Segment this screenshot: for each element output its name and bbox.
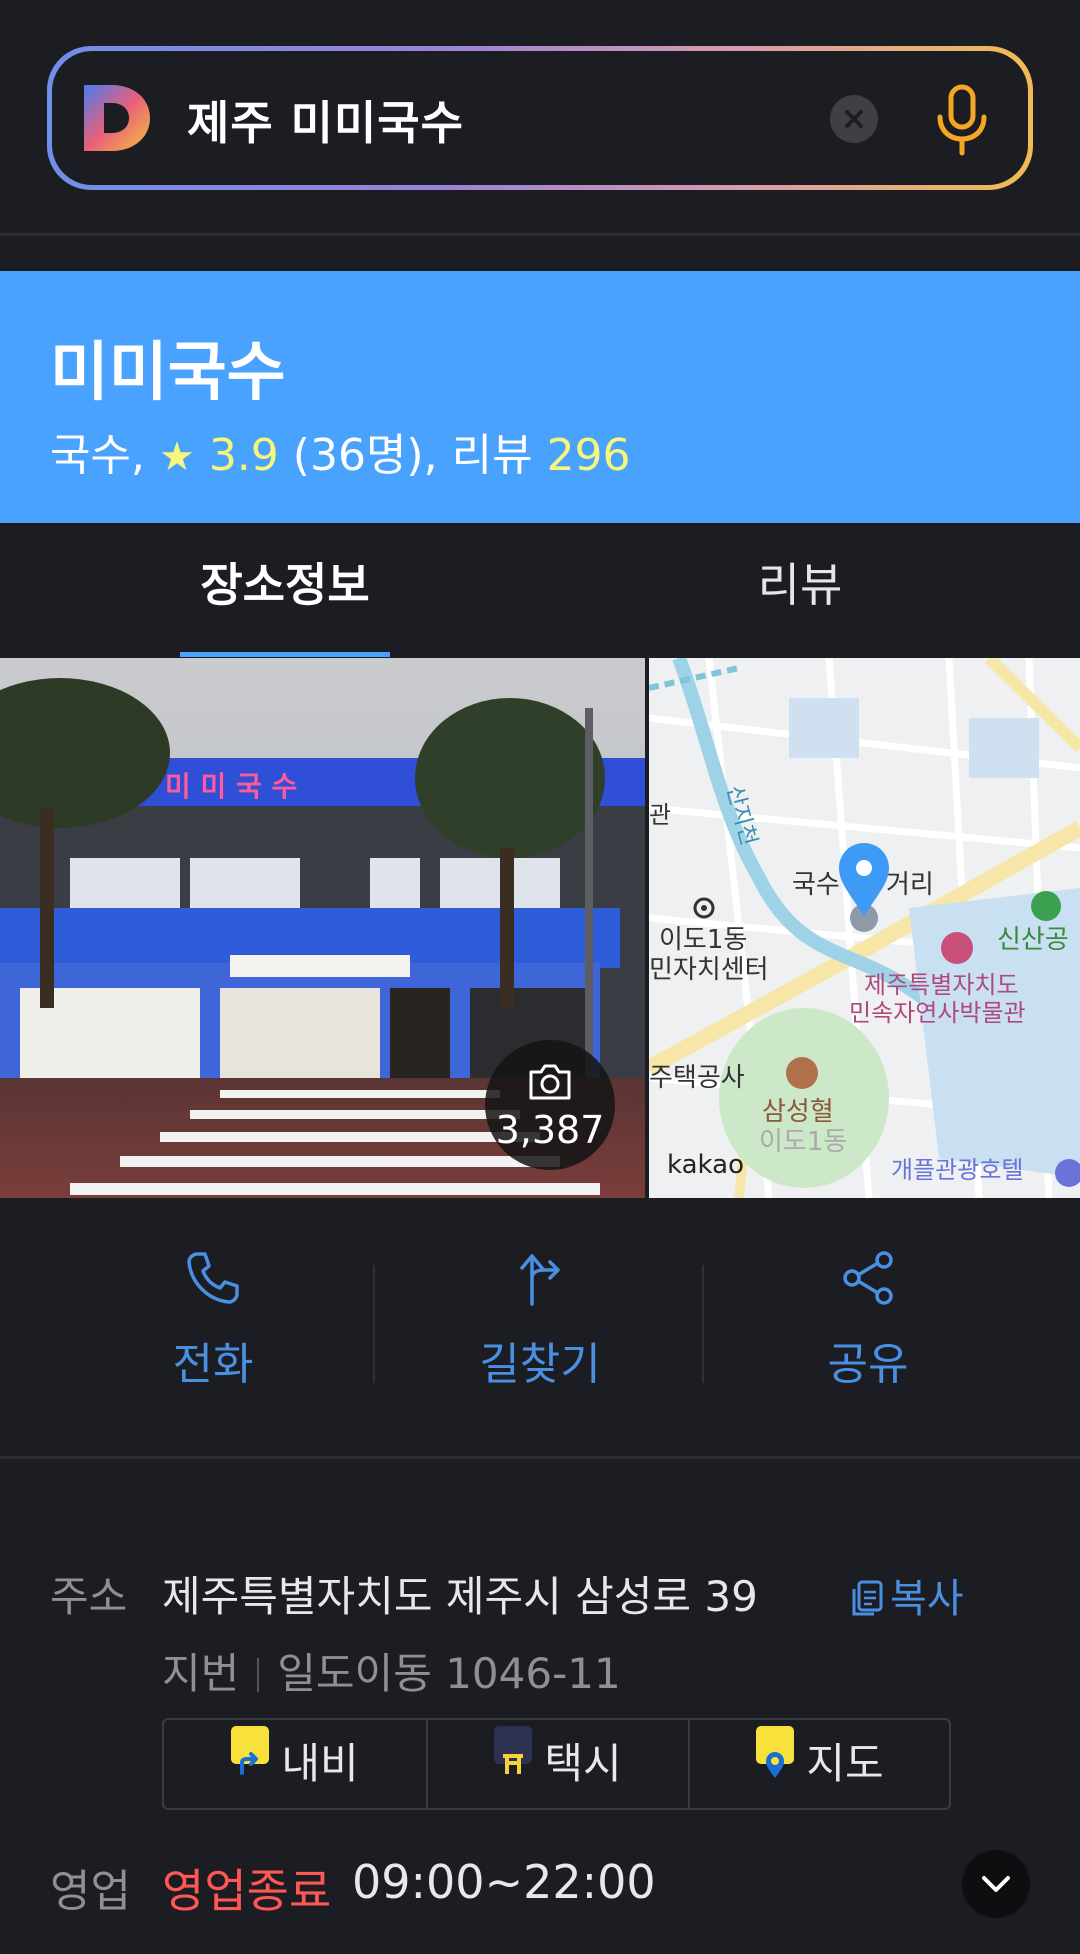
camera-icon: [529, 1064, 571, 1100]
search-bar[interactable]: 제주 미미국수: [47, 46, 1033, 190]
divider: [0, 1456, 1080, 1459]
tab-bar: 장소정보 리뷰: [0, 523, 1080, 658]
place-category: 국수,: [50, 430, 145, 481]
place-title: 미미국수: [50, 336, 286, 410]
chevron-down-icon: [982, 1876, 1010, 1892]
call-label: 전화: [172, 1339, 254, 1390]
map-button[interactable]: 지도: [688, 1720, 950, 1808]
divider: [0, 233, 1080, 236]
action-bar: 전화 길찾기 공유: [0, 1198, 1080, 1456]
business-status: 영업종료: [162, 1864, 332, 1918]
map-label: 지도: [806, 1739, 884, 1788]
map-label: 제주특별자치도: [864, 971, 1019, 999]
map-label: 개플관광호텔: [891, 1156, 1023, 1184]
share-icon: [843, 1251, 893, 1305]
address-label: 주소: [50, 1572, 128, 1621]
map-label: 민속자연사박물관: [849, 999, 1026, 1027]
close-icon: [845, 110, 863, 128]
daum-logo-icon: [84, 85, 150, 151]
active-tab-indicator: [180, 652, 390, 657]
map-label: 민자치센터: [649, 955, 769, 985]
road-address: 제주특별자치도 제주시 삼성로 39: [162, 1572, 758, 1621]
business-hours: 09:00~22:00: [352, 1855, 656, 1909]
map-label: 이도1동: [759, 1127, 847, 1157]
rating-value: 3.9: [208, 430, 279, 481]
taxi-button[interactable]: 택시: [426, 1720, 688, 1808]
share-button[interactable]: 공유: [738, 1248, 998, 1392]
phone-icon: [187, 1252, 239, 1304]
clear-search-button[interactable]: [830, 95, 878, 143]
map-label: 관: [649, 801, 671, 829]
map-label: 신산공: [997, 925, 1069, 955]
sign-text: 미 미 국 수: [165, 770, 297, 803]
map-label: 거리: [886, 870, 934, 900]
copy-label: 복사: [890, 1576, 964, 1622]
map-preview[interactable]: 국수 거리 신산공 이도1동 민자치센터 제주특별자치도 민속자연사박물관 주택…: [649, 658, 1080, 1198]
place-header: 미미국수 국수, ★ 3.9 (36명), 리뷰 296: [0, 271, 1080, 523]
map-label: 삼성혈: [762, 1097, 834, 1127]
directions-label: 길찾기: [479, 1339, 601, 1390]
divider: [702, 1265, 704, 1383]
navi-button[interactable]: 내비: [164, 1720, 426, 1808]
tab-place-info[interactable]: 장소정보: [180, 523, 390, 658]
microphone-icon[interactable]: [932, 81, 992, 161]
star-icon: ★: [158, 434, 195, 480]
lot-value: 일도이동 1046-11: [277, 1649, 621, 1698]
share-label: 공유: [827, 1339, 909, 1390]
navigation-options: 내비 택시 지도: [162, 1718, 951, 1810]
rating-count: (36명),: [292, 430, 438, 481]
lot-label: 지번: [162, 1649, 240, 1698]
tab-review[interactable]: 리뷰: [700, 523, 900, 658]
copy-address-button[interactable]: 복사: [850, 1566, 964, 1624]
map-label: 주택공사: [649, 1063, 745, 1093]
taxi-icon: [494, 1726, 533, 1774]
map-pin-icon: [756, 1726, 795, 1778]
map-label: 이도1동: [659, 925, 747, 955]
taxi-label: 택시: [544, 1739, 622, 1788]
directions-icon: [520, 1254, 560, 1306]
map-label: 국수: [792, 870, 840, 900]
expand-hours-button[interactable]: [962, 1850, 1030, 1918]
lot-address: 지번 일도이동 1046-11: [162, 1640, 621, 1701]
navi-icon: [231, 1726, 270, 1775]
search-input[interactable]: 제주 미미국수: [187, 87, 464, 153]
call-button[interactable]: 전화: [83, 1248, 343, 1392]
separator: [257, 1658, 260, 1692]
hours-label: 영업: [50, 1866, 131, 1917]
navi-label: 내비: [281, 1739, 359, 1788]
copy-icon: [852, 1580, 883, 1616]
review-count[interactable]: 296: [547, 430, 631, 481]
photo-count-badge[interactable]: 3,387: [485, 1040, 615, 1170]
divider: [373, 1265, 375, 1383]
photo-count: 3,387: [495, 1108, 605, 1152]
review-label: 리뷰: [451, 430, 533, 481]
map-attribution: kakao: [667, 1150, 744, 1180]
place-meta: 국수, ★ 3.9 (36명), 리뷰 296: [50, 419, 631, 483]
directions-button[interactable]: 길찾기: [410, 1248, 670, 1392]
